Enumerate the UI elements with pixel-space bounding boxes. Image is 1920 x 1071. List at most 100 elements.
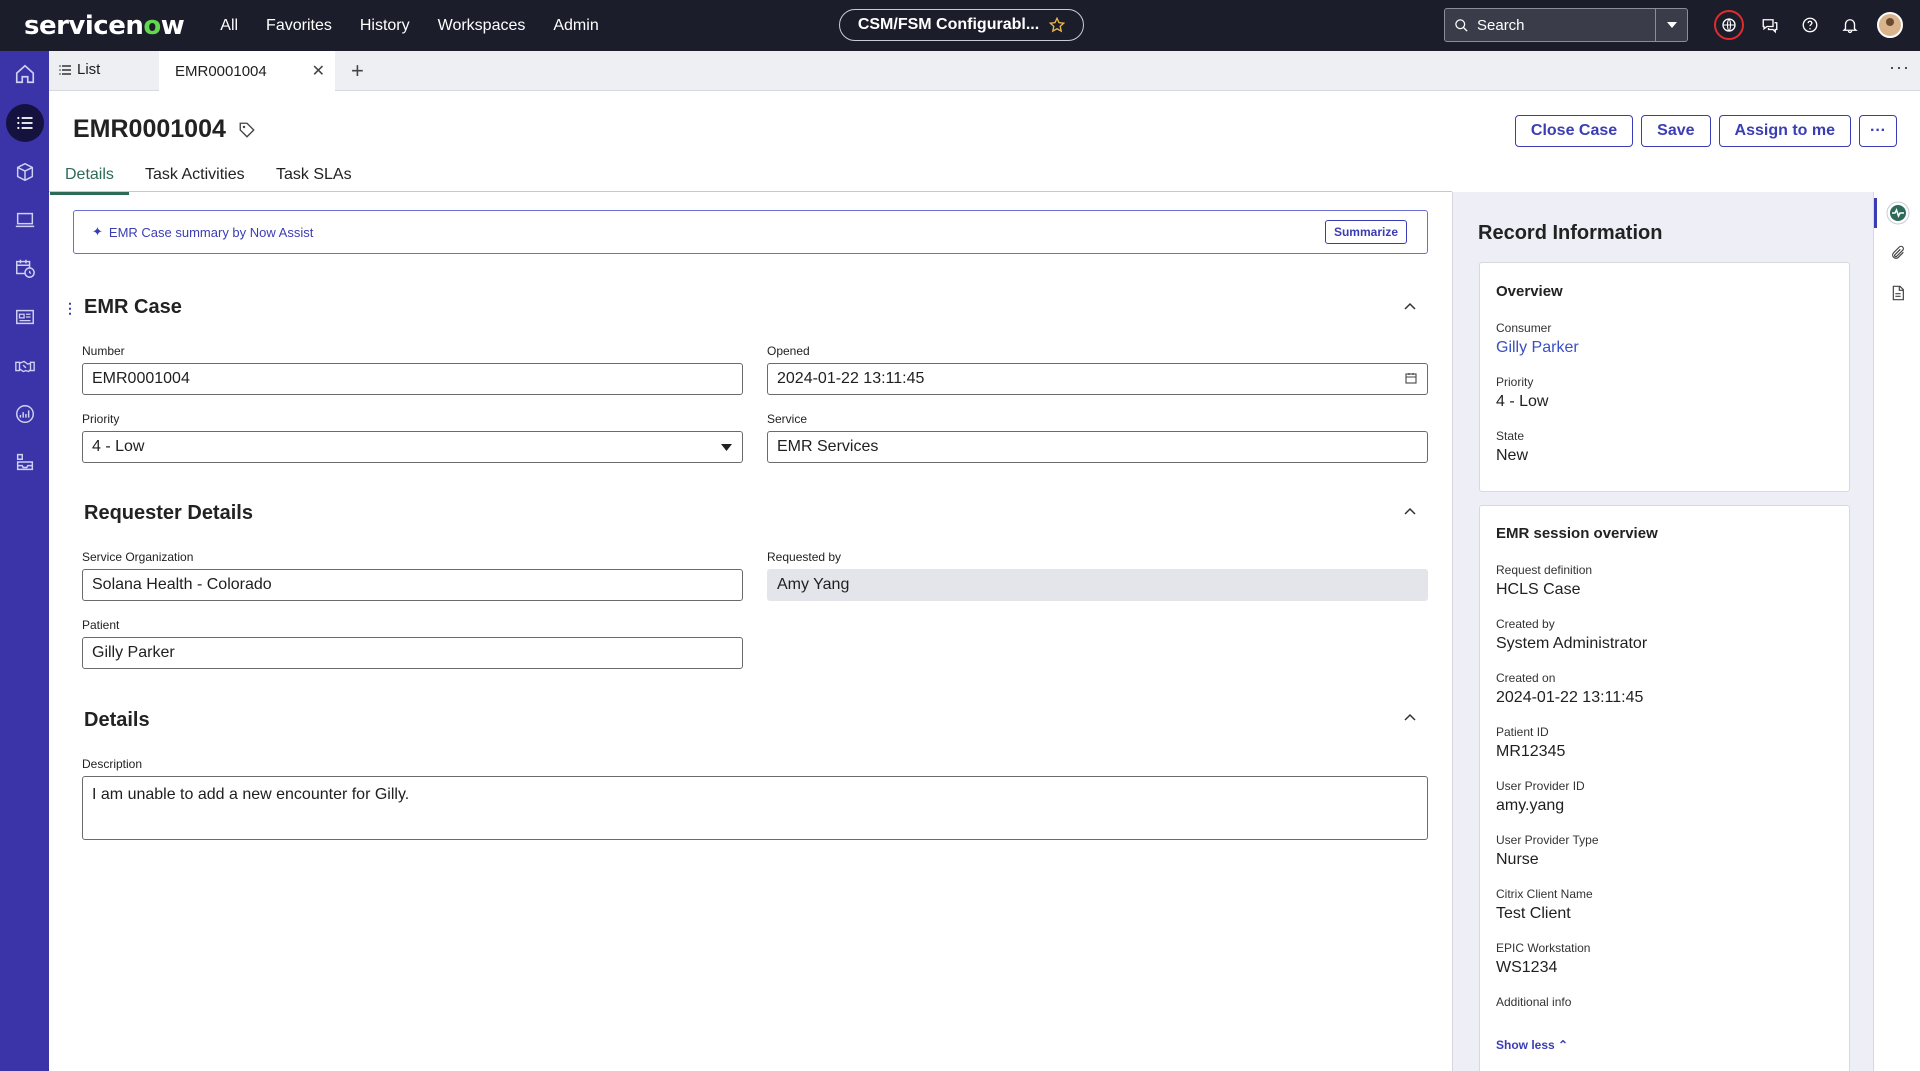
document-icon[interactable] bbox=[1886, 281, 1910, 305]
close-tab-icon[interactable]: ✕ bbox=[312, 61, 325, 81]
avatar bbox=[1877, 12, 1903, 38]
calendar-icon[interactable] bbox=[1405, 372, 1417, 384]
record-header: EMR0001004 bbox=[73, 115, 256, 144]
tab-record[interactable]: EMR0001004 ✕ bbox=[159, 51, 335, 91]
laptop-icon[interactable] bbox=[12, 207, 38, 233]
collapse-chevron-icon[interactable] bbox=[1402, 710, 1418, 726]
menu-workspaces[interactable]: Workspaces bbox=[438, 17, 526, 35]
priority-label: Priority bbox=[82, 412, 120, 426]
show-less-link[interactable]: Show less ⌃ bbox=[1496, 1038, 1568, 1052]
request-definition-value: HCLS Case bbox=[1496, 581, 1581, 598]
assign-to-me-button[interactable]: Assign to me bbox=[1718, 115, 1852, 147]
top-navigation: servicenow All Favorites History Workspa… bbox=[0, 0, 1920, 51]
opened-field[interactable]: 2024-01-22 13:11:45 bbox=[767, 363, 1428, 395]
created-by-label: Created by bbox=[1496, 617, 1555, 631]
search-input[interactable]: Search bbox=[1477, 17, 1655, 34]
patient-id-value: MR12345 bbox=[1496, 743, 1566, 760]
user-provider-type-label: User Provider Type bbox=[1496, 833, 1599, 847]
chat-icon[interactable] bbox=[1756, 11, 1784, 39]
record-info-title: Record Information bbox=[1478, 222, 1663, 244]
star-icon[interactable] bbox=[1049, 17, 1066, 33]
overview-title: Overview bbox=[1496, 283, 1563, 300]
tab-details[interactable]: Details bbox=[50, 166, 129, 195]
number-label: Number bbox=[82, 344, 125, 358]
citrix-client-value: Test Client bbox=[1496, 905, 1571, 922]
chevron-up-icon: ⌃ bbox=[1558, 1038, 1569, 1052]
calendar-clock-icon[interactable] bbox=[12, 255, 38, 281]
collapse-chevron-icon[interactable] bbox=[1402, 299, 1418, 315]
more-actions-button[interactable]: ··· bbox=[1859, 115, 1897, 147]
overview-card: Overview Consumer Gilly Parker Priority … bbox=[1479, 262, 1850, 492]
patient-value: Gilly Parker bbox=[92, 644, 175, 661]
created-on-label: Created on bbox=[1496, 671, 1556, 685]
bell-icon[interactable] bbox=[1836, 11, 1864, 39]
assist-label: ✦ EMR Case summary by Now Assist bbox=[92, 224, 313, 240]
context-pill[interactable]: CSM/FSM Configurabl... bbox=[839, 9, 1084, 41]
tab-record-label: EMR0001004 bbox=[175, 62, 267, 80]
help-icon[interactable] bbox=[1796, 11, 1824, 39]
now-assist-banner: ✦ EMR Case summary by Now Assist Summari… bbox=[73, 210, 1428, 254]
handshake-icon[interactable] bbox=[12, 353, 38, 379]
analytics-icon[interactable] bbox=[12, 401, 38, 427]
emr-session-card: EMR session overview Request definition … bbox=[1479, 505, 1850, 1071]
service-value: EMR Services bbox=[777, 438, 879, 455]
description-textarea[interactable]: I am unable to add a new encounter for G… bbox=[82, 776, 1428, 840]
search-scope-dropdown[interactable] bbox=[1655, 9, 1687, 41]
caret-down-icon bbox=[1666, 22, 1677, 28]
globe-icon[interactable] bbox=[1714, 10, 1744, 40]
collapse-chevron-icon[interactable] bbox=[1402, 504, 1418, 520]
caret-down-icon bbox=[721, 444, 732, 451]
activity-pulse-icon[interactable] bbox=[1886, 201, 1910, 225]
add-tab-icon[interactable]: + bbox=[351, 58, 364, 84]
created-by-value: System Administrator bbox=[1496, 635, 1648, 652]
epic-workstation-label: EPIC Workstation bbox=[1496, 941, 1591, 955]
opened-label: Opened bbox=[767, 344, 810, 358]
tag-icon[interactable] bbox=[238, 121, 256, 139]
description-label: Description bbox=[82, 757, 143, 771]
user-avatar[interactable] bbox=[1876, 11, 1904, 39]
priority-select[interactable]: 4 - Low bbox=[82, 431, 743, 463]
requested-by-field: Amy Yang bbox=[767, 569, 1428, 601]
inbox-tray-icon[interactable] bbox=[12, 449, 38, 475]
patient-label: Patient bbox=[82, 618, 120, 632]
more-options-icon[interactable]: ··· bbox=[1889, 57, 1910, 78]
page-title: EMR0001004 bbox=[73, 115, 226, 143]
requested-by-label: Requested by bbox=[767, 550, 842, 564]
menu-favorites[interactable]: Favorites bbox=[266, 17, 332, 35]
service-org-field[interactable]: Solana Health - Colorado bbox=[82, 569, 743, 601]
tab-list-label: List bbox=[77, 61, 101, 78]
home-icon[interactable] bbox=[12, 61, 38, 87]
paperclip-icon[interactable] bbox=[1886, 241, 1910, 265]
sparkle-icon: ✦ bbox=[92, 224, 103, 239]
patient-field[interactable]: Gilly Parker bbox=[82, 637, 743, 669]
newspaper-icon[interactable] bbox=[12, 304, 38, 330]
drag-handle-icon[interactable]: ⋮ bbox=[63, 300, 77, 317]
menu-history[interactable]: History bbox=[360, 17, 410, 35]
number-value: EMR0001004 bbox=[92, 370, 190, 387]
overview-priority-label: Priority bbox=[1496, 375, 1534, 389]
tab-task-activities[interactable]: Task Activities bbox=[145, 166, 245, 184]
tab-list[interactable]: List bbox=[59, 61, 100, 78]
patient-id-label: Patient ID bbox=[1496, 725, 1549, 739]
cube-icon[interactable] bbox=[12, 159, 38, 185]
state-label: State bbox=[1496, 429, 1525, 443]
user-provider-id-label: User Provider ID bbox=[1496, 779, 1585, 793]
list-lines-icon bbox=[59, 64, 71, 75]
number-field[interactable]: EMR0001004 bbox=[82, 363, 743, 395]
servicenow-logo[interactable]: servicenow bbox=[24, 11, 185, 41]
record-information-panel: Record Information Overview Consumer Gil… bbox=[1452, 192, 1873, 1071]
global-search[interactable]: Search bbox=[1444, 8, 1688, 42]
user-provider-id-value: amy.yang bbox=[1496, 797, 1565, 814]
service-org-value: Solana Health - Colorado bbox=[92, 576, 272, 593]
close-case-button[interactable]: Close Case bbox=[1514, 115, 1634, 147]
menu-admin[interactable]: Admin bbox=[553, 17, 598, 35]
save-button[interactable]: Save bbox=[1641, 115, 1711, 147]
service-field[interactable]: EMR Services bbox=[767, 431, 1428, 463]
tab-task-slas[interactable]: Task SLAs bbox=[276, 166, 352, 184]
search-icon bbox=[1455, 18, 1468, 32]
citrix-client-label: Citrix Client Name bbox=[1496, 887, 1593, 901]
consumer-link[interactable]: Gilly Parker bbox=[1496, 339, 1579, 357]
list-icon[interactable] bbox=[6, 104, 44, 142]
summarize-button[interactable]: Summarize bbox=[1324, 220, 1407, 244]
menu-all[interactable]: All bbox=[220, 17, 238, 35]
